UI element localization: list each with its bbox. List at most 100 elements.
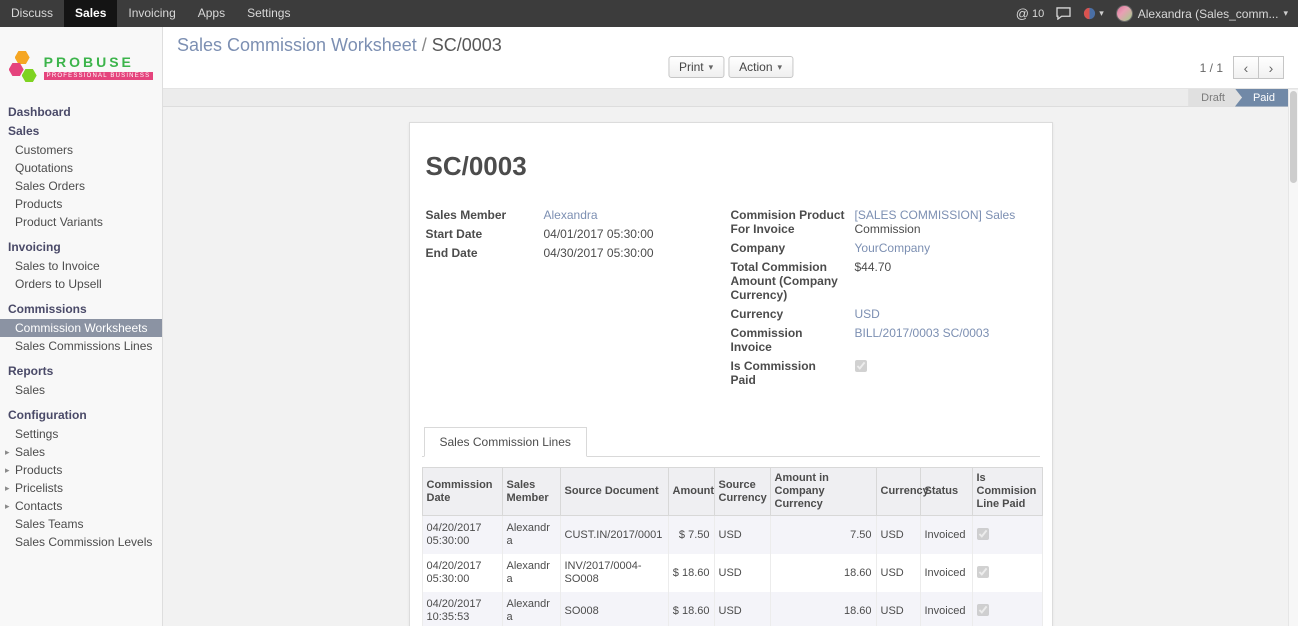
print-button[interactable]: Print▾ [668,56,724,78]
sidebar-item-config-sales[interactable]: ▸Sales [0,443,162,461]
col-header-amount[interactable]: Amount [668,468,714,516]
sidebar-item-quotations[interactable]: Quotations [0,159,162,177]
field-currency: Currency USD [731,307,1036,321]
action-buttons: Print▾ Action▾ [668,56,793,78]
tab-sales-commission-lines[interactable]: Sales Commission Lines [424,427,587,457]
cell-source-currency: USD [714,554,770,592]
pager-next-button[interactable]: › [1258,56,1284,79]
probuse-logo: PROBUSE PROFESSIONAL BUSINESS [0,27,162,103]
col-header-amount-company-currency[interactable]: Amount in Company Currency [770,468,876,516]
sidebar-item-label: Pricelists [15,481,63,495]
field-commission-invoice: Commission Invoice BILL/2017/0003 SC/000… [731,326,1036,354]
expand-caret-icon: ▸ [5,499,10,513]
sidebar-heading-commissions[interactable]: Commissions [0,300,162,319]
pager-counter: 1 / 1 [1200,61,1223,75]
sidebar-item-sales-commissions-lines[interactable]: Sales Commissions Lines [0,337,162,355]
sidebar-item-customers[interactable]: Customers [0,141,162,159]
field-label: Commission Invoice [731,326,855,354]
activities-icon[interactable]: @ 10 [1016,6,1044,21]
col-header-source-document[interactable]: Source Document [560,468,668,516]
field-label: Company [731,241,855,255]
sidebar-item-product-variants[interactable]: Product Variants [0,213,162,231]
sidebar-item-label: Contacts [15,499,62,513]
action-button[interactable]: Action▾ [728,56,793,78]
cell-currency: USD [876,516,920,555]
sidebar-item-sales-teams[interactable]: Sales Teams [0,515,162,533]
table-row[interactable]: 04/20/2017 05:30:00 Alexandra CUST.IN/20… [422,516,1042,555]
menu-discuss[interactable]: Discuss [0,0,64,27]
cell-source-currency: USD [714,592,770,626]
sidebar-heading-configuration[interactable]: Configuration [0,406,162,425]
sidebar-item-orders-to-upsell[interactable]: Orders to Upsell [0,275,162,293]
record-title: SC/0003 [426,151,1036,182]
sales-member-link[interactable]: Alexandra [544,208,598,222]
status-paid[interactable]: Paid [1234,89,1288,107]
sidebar-heading-reports[interactable]: Reports [0,362,162,381]
status-strip: Draft Paid [163,89,1298,107]
col-header-currency[interactable]: Currency [876,468,920,516]
currency-link[interactable]: USD [855,307,880,321]
sidebar-item-commission-worksheets[interactable]: Commission Worksheets [0,319,162,337]
col-header-source-currency[interactable]: Source Currency [714,468,770,516]
cell-sales-member: Alexandra [502,592,560,626]
sidebar-item-contacts[interactable]: ▸ Contacts [0,497,162,515]
field-start-date: Start Date 04/01/2017 05:30:00 [426,227,731,241]
cell-line-paid [972,554,1042,592]
support-icon[interactable]: ▾ [1083,7,1104,20]
cell-amount: $ 18.60 [668,554,714,592]
vertical-scrollbar[interactable] [1288,90,1298,626]
expand-caret-icon: ▸ [5,463,10,477]
pager-previous-button[interactable]: ‹ [1233,56,1259,79]
menu-invoicing[interactable]: Invoicing [117,0,186,27]
is-commission-paid-checkbox[interactable] [855,360,867,372]
col-header-is-commission-line-paid[interactable]: Is Commision Line Paid [972,468,1042,516]
sidebar-item-pricelists[interactable]: ▸ Pricelists [0,479,162,497]
sidebar-heading-dashboard[interactable]: Dashboard [0,103,162,122]
sidebar-item-products[interactable]: Products [0,195,162,213]
logo-hexagons-icon [9,49,39,85]
sidebar-item-settings[interactable]: Settings [0,425,162,443]
col-header-status[interactable]: Status [920,468,972,516]
sidebar-heading-sales[interactable]: Sales [0,122,162,141]
table-row[interactable]: 04/20/2017 05:30:00 Alexandra INV/2017/0… [422,554,1042,592]
action-button-label: Action [739,60,772,74]
cell-sales-member: Alexandra [502,516,560,555]
col-header-commission-date[interactable]: Commission Date [422,468,502,516]
sidebar-item-config-products[interactable]: ▸Products [0,461,162,479]
menu-apps[interactable]: Apps [187,0,236,27]
end-date-value: 04/30/2017 05:30:00 [544,246,654,260]
field-total-commission-amount: Total Commision Amount (Company Currency… [731,260,1036,302]
user-menu[interactable]: Alexandra (Sales_comm... ▾ [1116,5,1288,22]
sidebar-item-sales-orders[interactable]: Sales Orders [0,177,162,195]
commission-invoice-link[interactable]: BILL/2017/0003 SC/0003 [855,326,990,340]
sidebar-item-reports-sales[interactable]: Sales [0,381,162,399]
cell-currency: USD [876,554,920,592]
sidebar-heading-invoicing[interactable]: Invoicing [0,238,162,257]
scrollbar-thumb[interactable] [1290,91,1297,183]
commission-product-link[interactable]: [SALES COMMISSION] Sales [855,208,1016,222]
breadcrumb-separator: / [422,35,427,55]
commission-lines-table: Commission Date Sales Member Source Docu… [422,467,1043,626]
line-paid-checkbox [977,566,989,578]
company-link[interactable]: YourCompany [855,241,931,255]
sidebar-item-sales-commission-levels[interactable]: Sales Commission Levels [0,533,162,551]
cell-commission-date: 04/20/2017 10:35:53 [422,592,502,626]
field-label: Start Date [426,227,544,241]
menu-sales[interactable]: Sales [64,0,117,27]
table-row[interactable]: 04/20/2017 10:35:53 Alexandra SO008 $ 18… [422,592,1042,626]
form-sheet: SC/0003 Sales Member Alexandra Start Dat… [409,122,1053,626]
expand-caret-icon: ▸ [5,481,10,495]
cell-commission-date: 04/20/2017 05:30:00 [422,516,502,555]
cell-amount: $ 18.60 [668,592,714,626]
breadcrumb-parent-link[interactable]: Sales Commission Worksheet [177,35,417,55]
field-label: Total Commision Amount (Company Currency… [731,260,855,302]
messages-icon[interactable] [1056,7,1071,20]
expand-caret-icon: ▸ [5,445,10,459]
status-draft[interactable]: Draft [1188,89,1242,107]
col-header-sales-member[interactable]: Sales Member [502,468,560,516]
menu-settings[interactable]: Settings [236,0,301,27]
field-company: Company YourCompany [731,241,1036,255]
sidebar-item-sales-to-invoice[interactable]: Sales to Invoice [0,257,162,275]
cell-line-paid [972,592,1042,626]
secondary-menu: Dashboard Sales Customers Quotations Sal… [0,103,162,551]
